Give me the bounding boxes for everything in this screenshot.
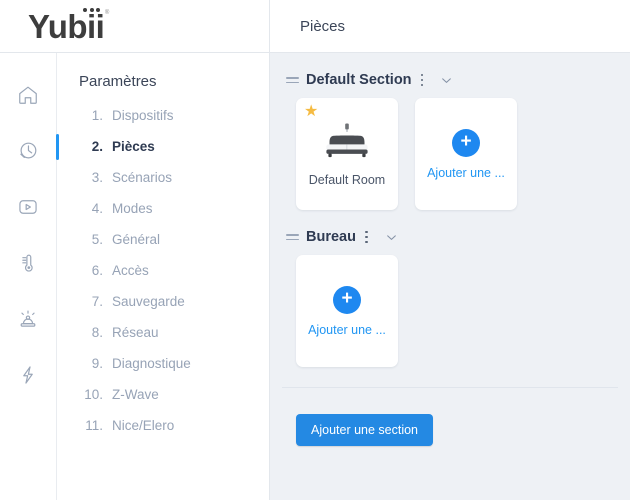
- sidebar-item-reseau[interactable]: 8. Réseau: [57, 317, 269, 348]
- section-header: Default Section: [270, 53, 630, 98]
- logo-dots-icon: [83, 7, 101, 12]
- room-card-default-room[interactable]: ★ Default Room: [296, 98, 398, 210]
- item-number: 6.: [91, 263, 103, 278]
- app-root: Yubii ® Pièces Paramètres 1. Dispositifs…: [0, 0, 630, 500]
- item-number: 10.: [84, 387, 103, 402]
- section-cards: + Ajouter une ...: [270, 255, 630, 367]
- section-title: Default Section: [306, 72, 412, 88]
- item-number: 1.: [91, 108, 103, 123]
- siren-icon[interactable]: [11, 302, 45, 336]
- item-label: Z-Wave: [112, 387, 159, 402]
- bed-icon: [319, 121, 375, 166]
- top-bar: Yubii ® Pièces: [0, 0, 630, 53]
- chevron-down-icon[interactable]: [385, 231, 398, 244]
- kebab-menu-icon[interactable]: [363, 230, 370, 244]
- home-icon[interactable]: [11, 78, 45, 112]
- thermometer-icon[interactable]: [11, 246, 45, 280]
- item-label: Dispositifs: [112, 108, 174, 123]
- item-number: 2.: [91, 139, 103, 154]
- sidebar-item-nice-elero[interactable]: 11. Nice/Elero: [57, 410, 269, 441]
- sidebar-item-scenarios[interactable]: 3. Scénarios: [57, 162, 269, 193]
- item-label: Général: [112, 232, 161, 247]
- sidebar-item-modes[interactable]: 4. Modes: [57, 193, 269, 224]
- room-card-label: Default Room: [308, 173, 386, 187]
- brand-logo[interactable]: Yubii ®: [0, 0, 270, 52]
- logo-wrap: Yubii ®: [28, 7, 109, 45]
- brand-name: Yubii: [28, 7, 105, 45]
- section-title: Bureau: [306, 229, 356, 245]
- add-room-label: Ajouter une ...: [427, 165, 505, 180]
- sidebar-item-diagnostique[interactable]: 9. Diagnostique: [57, 348, 269, 379]
- item-label: Réseau: [112, 325, 159, 340]
- settings-menu: 1. Dispositifs 2. Pièces 3. Scénarios 4.…: [56, 100, 269, 441]
- sidebar-item-sauvegarde[interactable]: 7. Sauvegarde: [57, 286, 269, 317]
- item-label: Accès: [112, 263, 149, 278]
- icon-rail: [0, 53, 57, 500]
- item-label: Nice/Elero: [112, 418, 175, 433]
- item-label: Modes: [112, 201, 153, 216]
- section-header: Bureau: [270, 210, 630, 255]
- chevron-down-icon[interactable]: [440, 74, 453, 87]
- add-room-card[interactable]: + Ajouter une ...: [415, 98, 517, 210]
- registered-mark: ®: [104, 9, 110, 16]
- item-number: 8.: [91, 325, 103, 340]
- section-bureau: Bureau + Ajouter une ...: [270, 210, 630, 367]
- sidebar-item-dispositifs[interactable]: 1. Dispositifs: [57, 100, 269, 131]
- favorite-star-icon[interactable]: ★: [304, 104, 318, 120]
- main-content: Default Section ★ Default Room + Ajouter…: [270, 53, 630, 500]
- plus-icon: +: [333, 285, 361, 314]
- sidebar-item-acces[interactable]: 6. Accès: [57, 255, 269, 286]
- item-label: Pièces: [112, 139, 155, 154]
- section-default: Default Section ★ Default Room + Ajouter…: [270, 53, 630, 210]
- page-title: Pièces: [300, 17, 346, 35]
- drag-handle-icon[interactable]: [286, 233, 299, 241]
- settings-title: Paramètres: [79, 73, 157, 90]
- section-cards: ★ Default Room + Ajouter une ...: [270, 98, 630, 210]
- add-section-button[interactable]: Ajouter une section: [296, 414, 434, 446]
- kebab-menu-icon[interactable]: [419, 73, 426, 87]
- item-label: Sauvegarde: [112, 294, 185, 309]
- item-label: Diagnostique: [112, 356, 191, 371]
- settings-sidebar: Paramètres 1. Dispositifs 2. Pièces 3. S…: [56, 53, 270, 500]
- item-number: 5.: [91, 232, 103, 247]
- sidebar-item-zwave[interactable]: 10. Z-Wave: [57, 379, 269, 410]
- content-footer: Ajouter une section: [270, 388, 630, 446]
- item-label: Scénarios: [112, 170, 173, 185]
- sidebar-item-pieces[interactable]: 2. Pièces: [56, 131, 269, 162]
- add-room-label: Ajouter une ...: [308, 322, 386, 337]
- bolt-icon[interactable]: [11, 358, 45, 392]
- item-number: 3.: [91, 170, 103, 185]
- sidebar-item-general[interactable]: 5. Général: [57, 224, 269, 255]
- add-room-card[interactable]: + Ajouter une ...: [296, 255, 398, 367]
- item-number: 9.: [91, 356, 103, 371]
- item-number: 7.: [91, 294, 103, 309]
- play-icon[interactable]: [11, 190, 45, 224]
- drag-handle-icon[interactable]: [286, 76, 299, 84]
- item-number: 4.: [91, 201, 103, 216]
- history-icon[interactable]: [11, 134, 45, 168]
- plus-icon: +: [452, 128, 480, 157]
- item-number: 11.: [85, 418, 103, 433]
